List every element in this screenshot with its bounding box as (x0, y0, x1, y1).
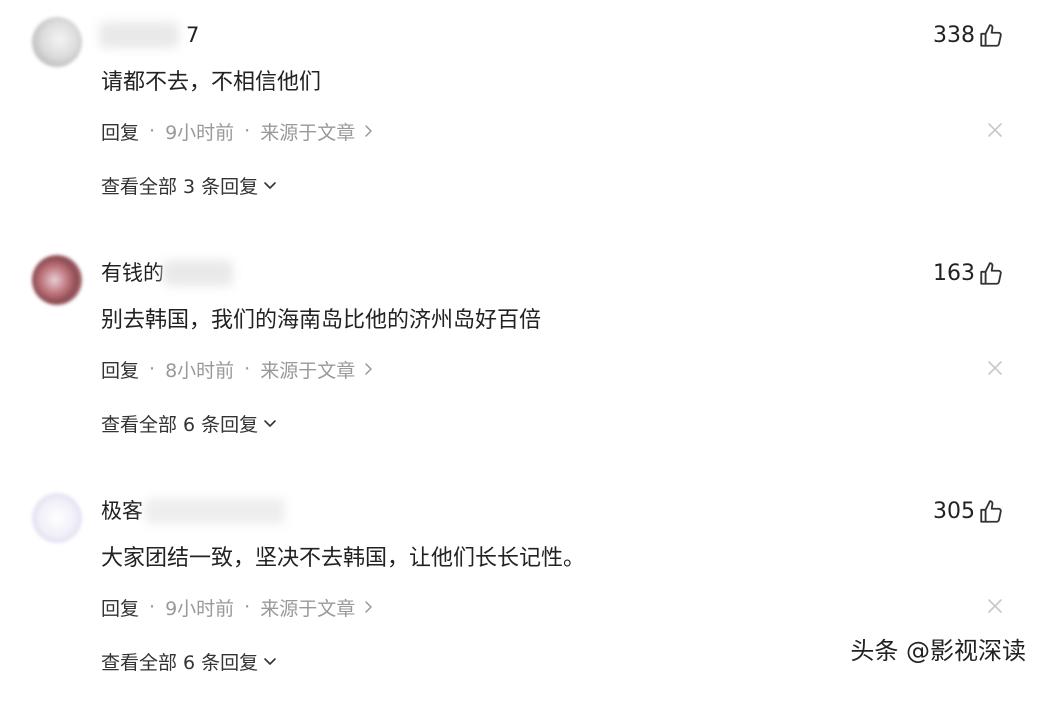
comment-item-1: 7 338 请都不去，不相信他们 回复 · 9小时前 · 来源于文章 查看全部 … (0, 0, 1046, 238)
comment-meta: 回复 · 9小时前 · 来源于文章 (101, 592, 375, 622)
comment-meta: 回复 · 8小时前 · 来源于文章 (101, 354, 375, 384)
like-button[interactable]: 163 (933, 258, 1004, 290)
view-all-replies-button[interactable]: 查看全部 6 条回复 (101, 646, 278, 676)
timestamp: 9小时前 (165, 597, 235, 620)
separator-dot: · (244, 358, 251, 380)
reply-button[interactable]: 回复 (101, 356, 139, 383)
like-count: 305 (933, 499, 975, 524)
view-all-replies-button[interactable]: 查看全部 6 条回复 (101, 408, 278, 438)
avatar[interactable] (32, 493, 82, 543)
like-count: 338 (933, 23, 975, 48)
chevron-down-icon (264, 182, 276, 189)
comment-text: 别去韩国，我们的海南岛比他的济州岛好百倍 (101, 308, 542, 333)
close-icon[interactable] (987, 598, 1003, 614)
like-button[interactable]: 338 (933, 20, 1004, 52)
comment-item-3: 极客 305 大家团结一致，坚决不去韩国，让他们长长记性。 回复 · 9小时前 … (0, 476, 1046, 714)
username-redaction (99, 22, 179, 48)
chevron-down-icon (264, 658, 276, 665)
username[interactable]: 极客 (101, 496, 143, 526)
separator-dot: · (149, 358, 156, 380)
source-link[interactable]: 来源于文章 (260, 356, 355, 383)
chevron-right-icon (365, 363, 372, 375)
avatar[interactable] (32, 17, 82, 67)
username-redaction (145, 498, 285, 524)
comment-item-2: 有钱的 163 别去韩国，我们的海南岛比他的济州岛好百倍 回复 · 8小时前 ·… (0, 238, 1046, 476)
separator-dot: · (244, 596, 251, 618)
close-icon[interactable] (987, 122, 1003, 138)
chevron-down-icon (264, 420, 276, 427)
view-replies-label: 查看全部 6 条回复 (101, 651, 259, 674)
avatar[interactable] (32, 255, 82, 305)
watermark: 头条 @影视深读 (850, 637, 1026, 665)
comment-text: 请都不去，不相信他们 (101, 70, 322, 95)
like-button[interactable]: 305 (933, 496, 1004, 528)
view-replies-label: 查看全部 3 条回复 (101, 175, 259, 198)
thumb-up-icon[interactable] (978, 261, 1004, 287)
username-redaction (163, 260, 233, 286)
reply-button[interactable]: 回复 (101, 594, 139, 621)
chevron-right-icon (365, 125, 372, 137)
view-all-replies-button[interactable]: 查看全部 3 条回复 (101, 170, 278, 200)
separator-dot: · (244, 120, 251, 142)
comment-meta: 回复 · 9小时前 · 来源于文章 (101, 116, 375, 146)
source-link[interactable]: 来源于文章 (260, 118, 355, 145)
close-icon[interactable] (987, 360, 1003, 376)
username[interactable]: 有钱的 (101, 258, 164, 288)
username[interactable]: 7 (186, 20, 199, 50)
view-replies-label: 查看全部 6 条回复 (101, 413, 259, 436)
comment-text: 大家团结一致，坚决不去韩国，让他们长长记性。 (101, 546, 586, 571)
separator-dot: · (149, 120, 156, 142)
thumb-up-icon[interactable] (978, 499, 1004, 525)
timestamp: 8小时前 (165, 359, 235, 382)
chevron-right-icon (365, 601, 372, 613)
reply-button[interactable]: 回复 (101, 118, 139, 145)
like-count: 163 (933, 261, 975, 286)
source-link[interactable]: 来源于文章 (260, 594, 355, 621)
thumb-up-icon[interactable] (978, 23, 1004, 49)
separator-dot: · (149, 596, 156, 618)
timestamp: 9小时前 (165, 121, 235, 144)
